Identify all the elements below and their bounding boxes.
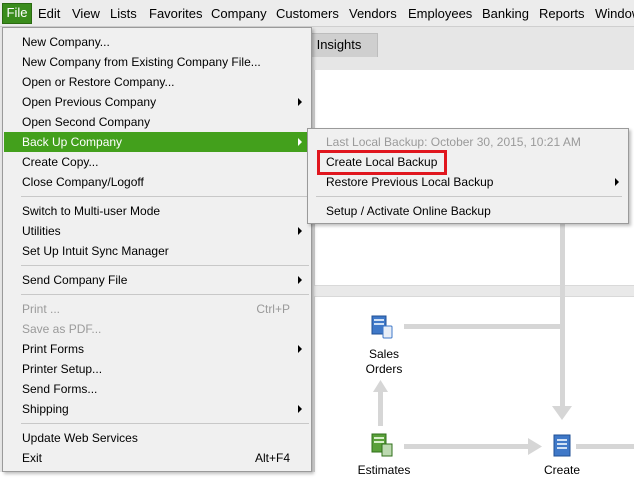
menu-item-label: Update Web Services [22,431,138,445]
menu-item-label: Open Second Company [22,115,151,129]
flow-arrow-icon [373,380,388,392]
submenu-item-last-local-backup: Last Local Backup: October 30, 2015, 10:… [309,132,627,152]
menu-item-label: New Company from Existing Company File..… [22,55,261,69]
menu-separator [21,294,309,295]
menu-item-exit[interactable]: Exit Alt+F4 [4,448,310,468]
menu-item-new-company[interactable]: New Company... [4,32,310,52]
menu-lists[interactable]: Lists [110,5,137,22]
submenu-arrow-icon [298,138,302,146]
menu-item-send-company-file[interactable]: Send Company File [4,270,310,290]
menu-item-label: Printer Setup... [22,362,103,376]
sales-orders-icon[interactable] [370,314,394,340]
menu-reports[interactable]: Reports [539,5,585,22]
menu-window[interactable]: Window [595,5,634,22]
file-menu: New Company... New Company from Existing… [2,27,312,472]
menu-item-open-restore-company[interactable]: Open or Restore Company... [4,72,310,92]
menu-item-label: Save as PDF... [22,322,102,336]
create-invoices-icon[interactable] [550,433,574,459]
menu-item-label: Switch to Multi-user Mode [22,204,161,218]
back-up-company-submenu: Last Local Backup: October 30, 2015, 10:… [307,128,629,224]
flow-connector [576,444,634,449]
submenu-arrow-icon [298,98,302,106]
submenu-arrow-icon [615,178,619,186]
menu-view[interactable]: View [72,5,100,22]
menu-separator [21,423,309,424]
sales-orders-label[interactable]: Sales Orders [354,347,414,377]
menu-item-shortcut: Alt+F4 [254,451,290,465]
submenu-item-restore-previous-backup[interactable]: Restore Previous Local Backup [309,172,627,192]
submenu-item-label: Setup / Activate Online Backup [326,204,491,218]
menu-item-send-forms[interactable]: Send Forms... [4,379,310,399]
menu-item-back-up-company[interactable]: Back Up Company [4,132,310,152]
menu-item-label: Print ... [22,302,61,316]
flow-connector [378,386,383,426]
flow-arrow-icon [528,438,542,455]
submenu-item-label: Restore Previous Local Backup [326,175,494,189]
menu-item-print-forms[interactable]: Print Forms [4,339,310,359]
submenu-arrow-icon [298,227,302,235]
highlight-outline [317,150,447,175]
menu-item-open-second-company[interactable]: Open Second Company [4,112,310,132]
menu-item-set-up-sync-manager[interactable]: Set Up Intuit Sync Manager [4,241,310,261]
menu-bar: File Edit View Lists Favorites Company C… [0,0,634,27]
submenu-item-setup-online-backup[interactable]: Setup / Activate Online Backup [309,201,627,221]
menu-item-create-copy[interactable]: Create Copy... [4,152,310,172]
submenu-arrow-icon [298,345,302,353]
menu-item-switch-multi-user[interactable]: Switch to Multi-user Mode [4,201,310,221]
menu-item-label: Exit [22,451,43,465]
menu-item-label: New Company... [22,35,110,49]
create-label[interactable]: Create [532,463,592,478]
menu-customers[interactable]: Customers [276,5,339,22]
menu-item-new-company-from-existing[interactable]: New Company from Existing Company File..… [4,52,310,72]
submenu-arrow-icon [298,276,302,284]
menu-item-label: Send Forms... [22,382,98,396]
menu-item-save-as-pdf: Save as PDF... [4,319,310,339]
menu-item-label: Open Previous Company [22,95,157,109]
flow-connector [404,324,564,329]
menu-item-label: Create Copy... [22,155,99,169]
menu-item-shipping[interactable]: Shipping [4,399,310,419]
menu-vendors[interactable]: Vendors [349,5,397,22]
submenu-arrow-icon [298,405,302,413]
estimates-label[interactable]: Estimates [346,463,422,478]
flow-connector [404,444,534,449]
menu-item-label: Send Company File [22,273,128,287]
menu-item-close-company[interactable]: Close Company/Logoff [4,172,310,192]
panel-divider [314,285,634,297]
menu-item-label: Back Up Company [22,135,123,149]
menu-edit[interactable]: Edit [38,5,60,22]
menu-item-label: Utilities [22,224,61,238]
menu-item-utilities[interactable]: Utilities [4,221,310,241]
menu-item-label: Open or Restore Company... [22,75,175,89]
menu-favorites[interactable]: Favorites [149,5,202,22]
flow-connector [560,222,565,412]
menu-item-print: Print ... Ctrl+P [4,299,310,319]
menu-item-label: Set Up Intuit Sync Manager [22,244,169,258]
menu-separator [21,265,309,266]
menu-file[interactable]: File [2,3,32,24]
estimates-icon[interactable] [370,432,394,458]
menu-item-label: Shipping [22,402,69,416]
menu-item-label: Close Company/Logoff [22,175,144,189]
menu-separator [316,196,622,197]
submenu-item-label: Last Local Backup: October 30, 2015, 10:… [326,135,581,149]
flow-arrow-icon [552,406,572,420]
menu-employees[interactable]: Employees [408,5,472,22]
menu-item-label: Print Forms [22,342,85,356]
menu-item-shortcut: Ctrl+P [256,302,290,316]
menu-item-open-previous-company[interactable]: Open Previous Company [4,92,310,112]
menu-separator [21,196,309,197]
menu-item-update-web-services[interactable]: Update Web Services [4,428,310,448]
menu-item-printer-setup[interactable]: Printer Setup... [4,359,310,379]
menu-company[interactable]: Company [211,5,267,22]
menu-banking[interactable]: Banking [482,5,529,22]
